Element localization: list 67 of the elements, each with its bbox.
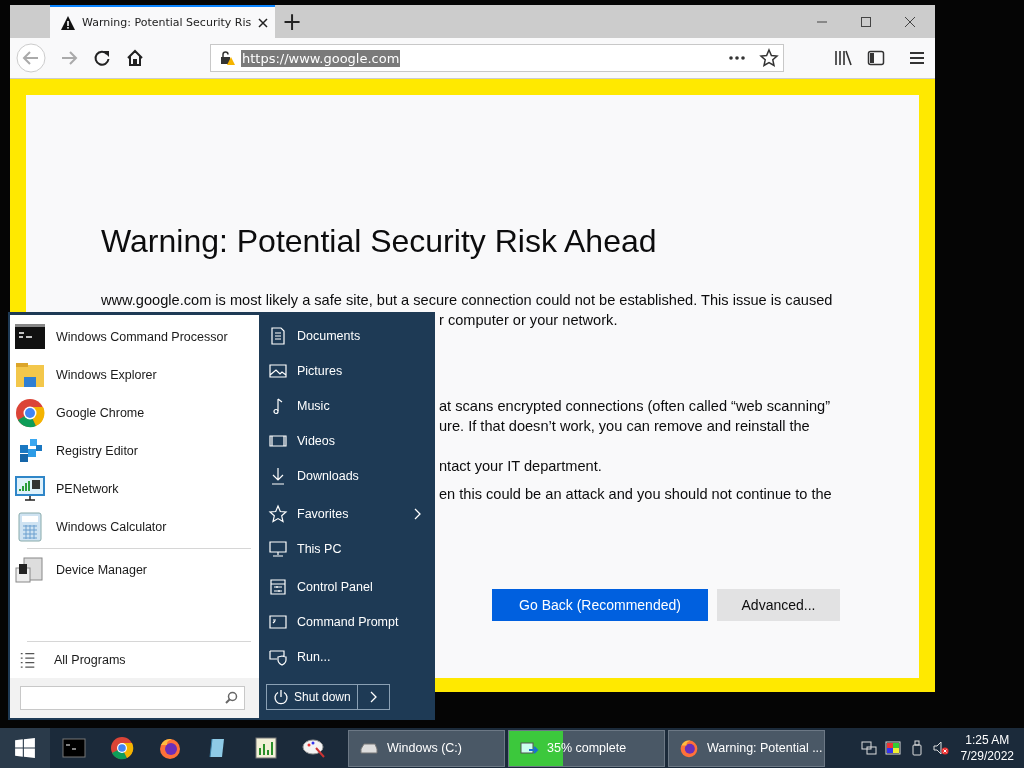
new-tab-button[interactable]: +: [275, 5, 309, 38]
places-item[interactable]: Downloads: [268, 458, 423, 493]
reload-icon[interactable]: [92, 48, 112, 68]
program-item[interactable]: Windows Command Processor: [13, 318, 259, 356]
program-item[interactable]: Google Chrome: [13, 394, 259, 432]
chrome-icon[interactable]: [110, 736, 134, 760]
places-item[interactable]: Run...: [268, 639, 423, 674]
places-item[interactable]: This PC: [268, 531, 423, 566]
star-icon: [268, 503, 288, 524]
chart-icon[interactable]: [254, 736, 278, 760]
network-icon[interactable]: [860, 740, 877, 756]
advanced-button[interactable]: Advanced...: [717, 589, 840, 621]
body-text: ntact your IT department.: [439, 457, 602, 476]
taskbar-button[interactable]: Windows (C:): [348, 729, 505, 767]
places-item[interactable]: Command Prompt: [268, 604, 423, 639]
list-icon: [19, 651, 37, 669]
warning-icon: [60, 14, 76, 31]
paint-icon[interactable]: [302, 736, 326, 760]
url-field[interactable]: https://www.google.com: [210, 44, 784, 72]
search-field[interactable]: [20, 686, 245, 710]
firefox-icon[interactable]: [158, 736, 182, 760]
go-back-button[interactable]: Go Back (Recommended): [492, 589, 708, 621]
body-text: r computer or your network.: [439, 311, 618, 330]
home-icon[interactable]: [125, 48, 145, 68]
body-text: at scans encrypted connections (often called “web scanning”: [439, 397, 830, 416]
close-icon[interactable]: [257, 16, 270, 29]
windows-logo-icon[interactable]: [0, 728, 50, 768]
tab-title: Warning: Potential Security Ris: [82, 16, 252, 29]
program-item[interactable]: Registry Editor: [13, 432, 259, 470]
body-text: www.google.com is most likely a safe site, but a secure connection could not be established. This issue is caused: [101, 291, 833, 310]
places-item[interactable]: Videos: [268, 423, 423, 458]
monitor-icon: [268, 538, 288, 559]
library-icon[interactable]: [833, 48, 853, 68]
body-text: en this could be an attack and you should not continue to the: [439, 485, 832, 504]
close-icon[interactable]: [903, 14, 917, 29]
chrome-icon: [14, 397, 46, 429]
program-item[interactable]: Device Manager: [13, 551, 259, 589]
url-text: https://www.google.com: [241, 49, 401, 67]
insecure-lock-icon: [219, 50, 235, 66]
document-icon: [268, 325, 288, 346]
all-programs-item[interactable]: All Programs: [13, 646, 259, 674]
muted-speaker-icon[interactable]: [932, 740, 949, 756]
firefox-icon: [679, 738, 699, 758]
browser-tab[interactable]: Warning: Potential Security Ris: [50, 5, 275, 38]
program-item[interactable]: Windows Explorer: [13, 356, 259, 394]
color-palette-icon[interactable]: [884, 740, 901, 756]
program-item[interactable]: PENetwork: [13, 470, 259, 508]
clock-date: 7/29/2022: [960, 748, 1014, 764]
places-item[interactable]: Documents: [268, 318, 423, 353]
sidebar-icon[interactable]: [866, 48, 886, 68]
taskbar-button[interactable]: Warning: Potential ...: [668, 729, 825, 767]
power-icon: [273, 689, 289, 705]
search-icon: [224, 691, 238, 705]
places-item[interactable]: Control Panel: [268, 569, 423, 604]
control-panel-icon: [268, 576, 288, 597]
page-heading: Warning: Potential Security Risk Ahead: [101, 223, 658, 260]
body-text: ure. If that doesn’t work, you can remove and reinstall the: [439, 417, 810, 436]
clock[interactable]: 1:25 AM 7/29/2022: [952, 732, 1024, 764]
star-icon[interactable]: [759, 48, 779, 68]
clock-time: 1:25 AM: [965, 732, 1010, 748]
places-item[interactable]: Music: [268, 388, 423, 423]
places-item[interactable]: Favorites: [268, 496, 423, 531]
program-item[interactable]: Windows Calculator: [13, 508, 259, 546]
maximize-icon[interactable]: [859, 14, 873, 29]
places-item[interactable]: Pictures: [268, 353, 423, 388]
device-icon: [14, 554, 46, 586]
terminal-icon[interactable]: [62, 736, 86, 760]
